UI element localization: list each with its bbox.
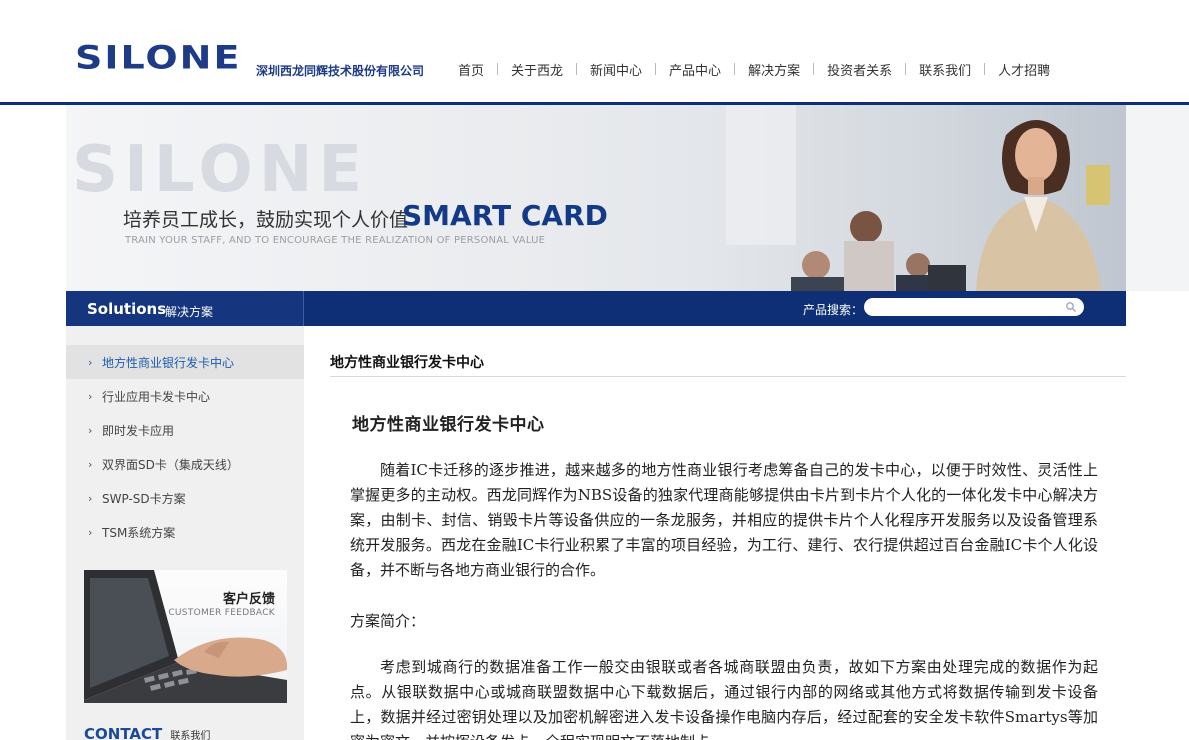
sidebar-item-label: TSM系统方案	[102, 525, 176, 540]
sidebar-item-swp-sd[interactable]: › SWP-SD卡方案	[66, 481, 304, 515]
nav-home[interactable]: 首页	[445, 60, 497, 79]
sidebar: › 地方性商业银行发卡中心 › 行业应用卡发卡中心 › 即时发卡应用 › 双界面…	[66, 326, 304, 740]
title-divider	[330, 376, 1126, 377]
nav-about[interactable]: 关于西龙	[498, 60, 576, 79]
nav-careers[interactable]: 人才招聘	[985, 60, 1063, 79]
page-title: 地方性商业银行发卡中心	[330, 355, 484, 371]
main-nav: 首页 关于西龙 新闻中心 产品中心 解决方案 投资者关系 联系我们 人才招聘	[445, 60, 1063, 79]
contact-heading[interactable]: CONTACT 联系我们	[84, 724, 210, 740]
hero-banner: SILONE 培养员工成长，鼓励实现个人价值 SMART CARD TRAIN …	[66, 105, 1126, 291]
chevron-right-icon: ›	[88, 491, 93, 505]
nav-solutions[interactable]: 解决方案	[735, 60, 813, 79]
chevron-right-icon: ›	[88, 423, 93, 437]
sidebar-item-regional-bank[interactable]: › 地方性商业银行发卡中心	[66, 345, 304, 379]
product-search-input[interactable]	[864, 298, 1084, 316]
sidebar-item-industry-card[interactable]: › 行业应用卡发卡中心	[66, 379, 304, 413]
sidebar-item-instant-issuance[interactable]: › 即时发卡应用	[66, 413, 304, 447]
sidebar-item-label: 即时发卡应用	[102, 423, 175, 438]
sidebar-item-dual-interface-sd[interactable]: › 双界面SD卡（集成天线）	[66, 447, 304, 481]
sidebar-item-label: SWP-SD卡方案	[102, 491, 186, 506]
nav-news[interactable]: 新闻中心	[577, 60, 655, 79]
search-icon[interactable]	[1065, 301, 1077, 313]
contact-title-cn: 联系我们	[170, 731, 211, 740]
chevron-right-icon: ›	[88, 457, 93, 471]
company-name: 深圳西龙同辉技术股份有限公司	[256, 64, 425, 78]
banner-edge	[1126, 105, 1189, 291]
banner-smart-card: SMART CARD	[402, 199, 608, 232]
banner-subtitle: TRAIN YOUR STAFF, AND TO ENCOURAGE THE R…	[125, 235, 546, 246]
banner-watermark: SILONE	[72, 133, 369, 207]
sidebar-item-label: 地方性商业银行发卡中心	[102, 355, 235, 370]
company-logo[interactable]: SILONE 深圳西龙同辉技术股份有限公司	[75, 38, 424, 78]
solutions-tab: Solutions 解决方案	[66, 291, 304, 326]
article-title: 地方性商业银行发卡中心	[352, 415, 545, 435]
section-title: Solutions	[87, 300, 167, 318]
logo-wordmark: SILONE	[75, 38, 242, 77]
section-bar: Solutions 解决方案 产品搜索：	[66, 291, 1126, 326]
chevron-right-icon: ›	[88, 389, 93, 403]
contact-title: CONTACT	[84, 725, 163, 740]
nav-investors[interactable]: 投资者关系	[814, 60, 905, 79]
chevron-right-icon: ›	[88, 525, 93, 539]
feedback-subtitle: CUSTOMER FEEDBACK	[168, 608, 275, 618]
main-content: 地方性商业银行发卡中心 地方性商业银行发卡中心 随着IC卡迁移的逐步推进，越来越…	[330, 326, 1126, 740]
section-label-intro: 方案简介：	[350, 612, 426, 630]
section-title-cn: 解决方案	[165, 305, 214, 319]
chevron-right-icon: ›	[88, 355, 93, 369]
feedback-title: 客户反馈	[222, 592, 275, 607]
article-paragraph: 考虑到城商行的数据准备工作一般交由银联或者各城商联盟由负责，故如下方案由处理完成…	[350, 658, 1098, 740]
article-paragraph: 随着IC卡迁移的逐步推进，越来越多的地方性商业银行考虑筹备自己的发卡中心，以便于…	[350, 461, 1098, 579]
customer-feedback-banner[interactable]: 客户反馈 CUSTOMER FEEDBACK	[84, 570, 287, 703]
sidebar-item-tsm[interactable]: › TSM系统方案	[66, 515, 304, 549]
product-search-label: 产品搜索：	[803, 303, 864, 317]
nav-products[interactable]: 产品中心	[656, 60, 734, 79]
nav-contact[interactable]: 联系我们	[906, 60, 984, 79]
banner-headline: 培养员工成长，鼓励实现个人价值	[123, 209, 409, 231]
site-header: SILONE 深圳西龙同辉技术股份有限公司 首页 关于西龙 新闻中心 产品中心 …	[0, 0, 1189, 102]
solutions-menu: › 地方性商业银行发卡中心 › 行业应用卡发卡中心 › 即时发卡应用 › 双界面…	[66, 345, 304, 549]
sidebar-item-label: 行业应用卡发卡中心	[102, 389, 211, 404]
sidebar-item-label: 双界面SD卡（集成天线）	[102, 457, 239, 472]
banner-office-photo	[706, 105, 1126, 291]
